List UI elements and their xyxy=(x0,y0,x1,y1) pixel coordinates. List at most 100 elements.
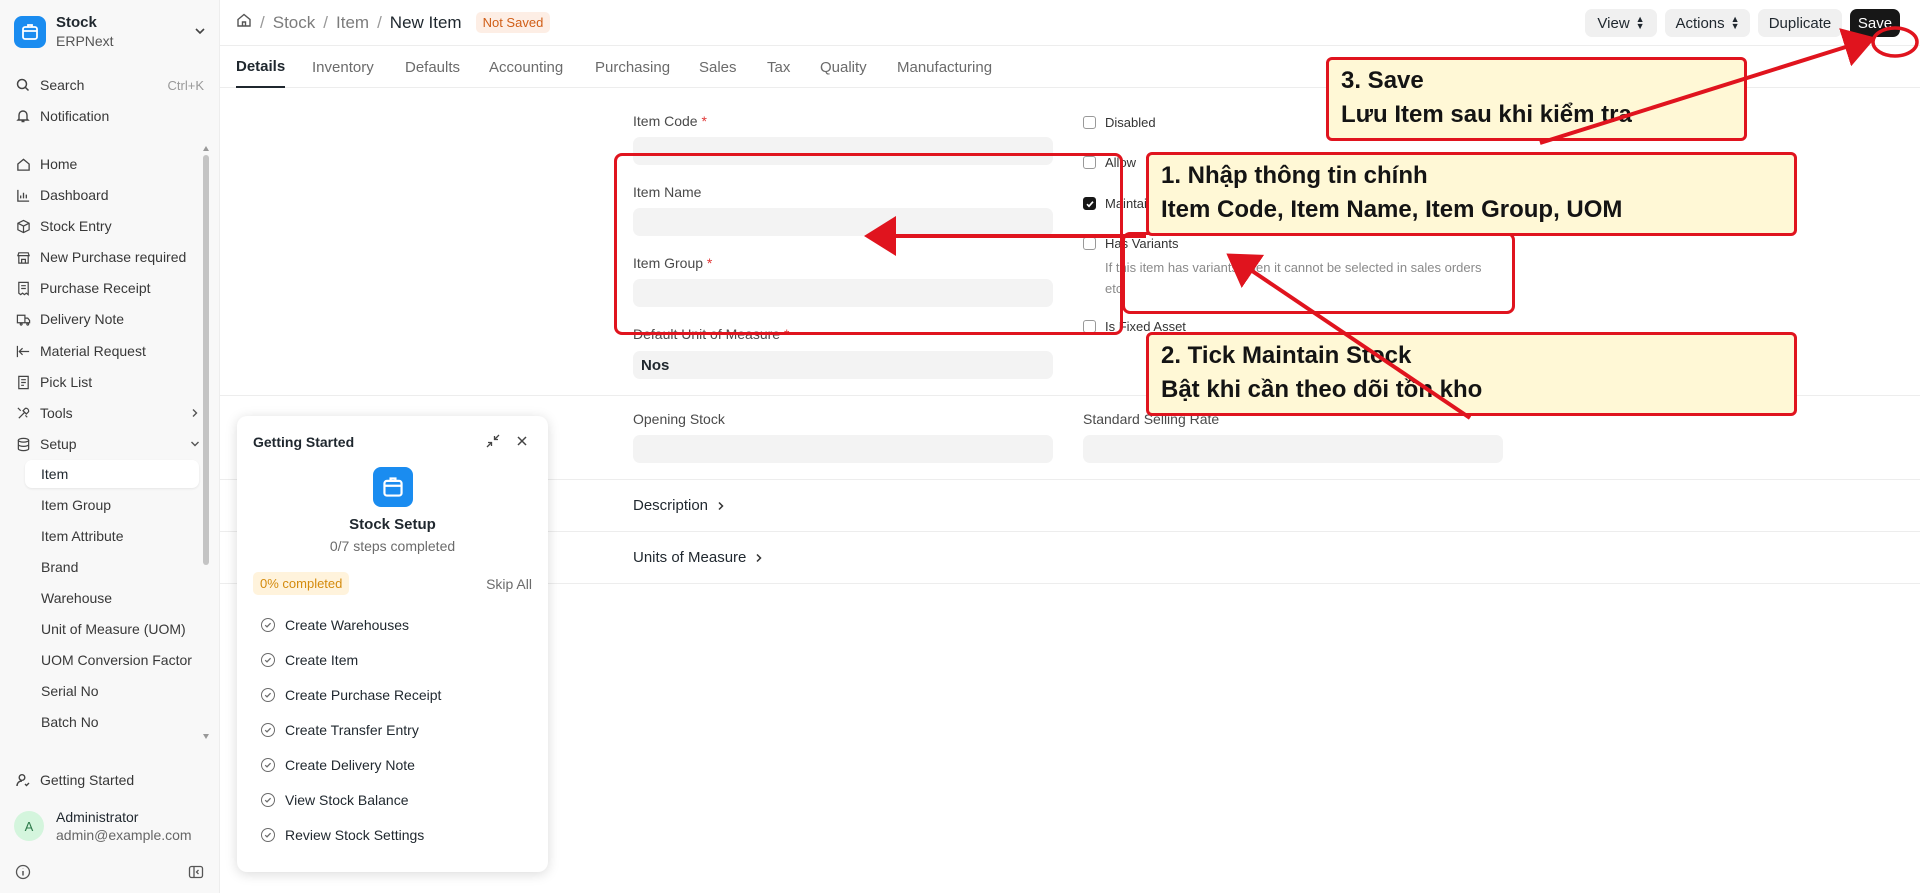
sidebar-item-item-attribute[interactable]: Item Attribute xyxy=(25,522,199,550)
list-icon xyxy=(14,373,32,391)
sidebar-item-uom-conversion-factor[interactable]: UOM Conversion Factor xyxy=(25,646,199,674)
chart-icon xyxy=(14,186,32,204)
sidebar-item-material-request[interactable]: Material Request xyxy=(14,337,204,365)
description-section-toggle[interactable]: Description xyxy=(633,497,726,514)
sidebar-item-unit-of-measure-uom[interactable]: Unit of Measure (UOM) xyxy=(25,615,199,643)
duplicate-button[interactable]: Duplicate xyxy=(1758,9,1842,37)
chevron-right-icon xyxy=(718,501,724,510)
getting-started-step[interactable]: Create Warehouses xyxy=(261,617,409,633)
tab-details[interactable]: Details xyxy=(236,46,286,88)
check-circle-icon xyxy=(261,723,275,737)
chevron-right-icon xyxy=(190,405,200,421)
tab-manufacturing[interactable]: Manufacturing xyxy=(897,46,992,88)
sidebar-item-label: New Purchase required xyxy=(40,249,187,265)
sidebar-item-label: Home xyxy=(40,156,78,172)
sidebar-item-item[interactable]: Item xyxy=(25,460,199,488)
tab-purchasing[interactable]: Purchasing xyxy=(595,46,670,88)
getting-started-module: Stock Setup xyxy=(349,516,436,533)
sidebar-item-label: Tools xyxy=(40,405,73,421)
app-title: Stock xyxy=(56,14,97,31)
getting-started-step[interactable]: Review Stock Settings xyxy=(261,827,424,843)
uom-section-toggle[interactable]: Units of Measure xyxy=(633,549,764,566)
view-button[interactable]: View ▲ ▼ xyxy=(1585,9,1657,37)
tab-tax[interactable]: Tax xyxy=(767,46,790,88)
view-label: View xyxy=(1597,14,1630,32)
sidebar-item-stock-entry[interactable]: Stock Entry xyxy=(14,212,204,240)
sidebar-item-purchase-receipt[interactable]: Purchase Receipt xyxy=(14,274,204,302)
save-button[interactable]: Save xyxy=(1850,9,1900,37)
sidebar-item-setup[interactable]: Setup xyxy=(14,430,204,458)
sidebar-item-pick-list[interactable]: Pick List xyxy=(14,368,204,396)
stock-app-logo-icon xyxy=(14,16,46,48)
note3-body: Lưu Item sau khi kiểm tra xyxy=(1341,101,1632,128)
tab-sales[interactable]: Sales xyxy=(699,46,737,88)
item-code-label-text: Item Code xyxy=(633,113,698,129)
getting-started-label: Getting Started xyxy=(40,772,135,788)
uom-input[interactable]: Nos xyxy=(633,351,1053,379)
close-icon[interactable] xyxy=(516,434,528,453)
tab-quality[interactable]: Quality xyxy=(820,46,867,88)
info-icon[interactable] xyxy=(15,864,31,885)
sidebar-item-dashboard[interactable]: Dashboard xyxy=(14,181,204,209)
tab-defaults[interactable]: Defaults xyxy=(405,46,460,88)
note2-title: 2. Tick Maintain Stock xyxy=(1161,342,1412,369)
tab-accounting[interactable]: Accounting xyxy=(489,46,563,88)
actions-button[interactable]: Actions ▲ ▼ xyxy=(1665,9,1750,37)
item-code-label: Item Code * xyxy=(633,113,707,129)
sidebar-item-warehouse[interactable]: Warehouse xyxy=(25,584,199,612)
breadcrumb-stock[interactable]: Stock xyxy=(273,13,316,33)
sidebar-scroll-thumb[interactable] xyxy=(203,155,209,565)
actions-label: Actions xyxy=(1675,14,1725,32)
chevron-down-icon xyxy=(194,24,206,42)
disabled-checkbox-row[interactable]: Disabled xyxy=(1083,115,1156,130)
sidebar-scrollbar[interactable] xyxy=(202,145,210,740)
sidebar-item-delivery-note[interactable]: Delivery Note xyxy=(14,305,204,333)
progress-badge: 0% completed xyxy=(253,572,350,595)
sidebar-item-brand[interactable]: Brand xyxy=(25,553,199,581)
step-label: Create Transfer Entry xyxy=(285,722,419,738)
skip-all-button[interactable]: Skip All xyxy=(486,576,532,592)
collapse-sidebar-icon[interactable] xyxy=(188,864,204,885)
getting-started-step[interactable]: View Stock Balance xyxy=(261,792,408,808)
app-switcher[interactable]: Stock ERPNext xyxy=(14,14,206,50)
sidebar-item-item-group[interactable]: Item Group xyxy=(25,491,199,519)
check-circle-icon xyxy=(261,618,275,632)
tools-icon xyxy=(14,404,32,422)
status-badge: Not Saved xyxy=(475,12,551,33)
step-label: Review Stock Settings xyxy=(285,827,425,843)
sidebar-item-home[interactable]: Home xyxy=(14,150,204,178)
sidebar-item-tools[interactable]: Tools xyxy=(14,399,204,427)
sidebar-item-label: Stock Entry xyxy=(40,218,112,234)
home-icon[interactable] xyxy=(236,12,252,33)
user-profile[interactable]: A Administrator admin@example.com xyxy=(14,808,192,844)
note2-body: Bật khi cần theo dõi tồn kho xyxy=(1161,376,1483,403)
getting-started-step[interactable]: Create Delivery Note xyxy=(261,757,415,773)
sidebar: Stock ERPNext Search Ctrl+K Notification… xyxy=(0,0,220,893)
sidebar-item-new-purchase-required[interactable]: New Purchase required xyxy=(14,243,204,271)
breadcrumb-item[interactable]: Item xyxy=(336,13,369,33)
tab-inventory[interactable]: Inventory xyxy=(312,46,374,88)
disabled-checkbox[interactable] xyxy=(1083,116,1096,129)
sidebar-item-serial-no[interactable]: Serial No xyxy=(25,677,199,705)
search-button[interactable]: Search Ctrl+K xyxy=(14,71,204,99)
chevron-down-icon xyxy=(190,436,200,452)
search-shortcut: Ctrl+K xyxy=(167,77,204,93)
sidebar-item-label: Material Request xyxy=(40,343,146,359)
minimize-icon[interactable] xyxy=(486,434,500,453)
step-label: Create Warehouses xyxy=(285,617,409,633)
notification-button[interactable]: Notification xyxy=(14,102,204,130)
sidebar-item-label: Purchase Receipt xyxy=(40,280,151,296)
note1-body: Item Code, Item Name, Item Group, UOM xyxy=(1161,196,1623,223)
selling-rate-input[interactable] xyxy=(1083,435,1503,463)
getting-started-step[interactable]: Create Transfer Entry xyxy=(261,722,419,738)
getting-started-step[interactable]: Create Item xyxy=(261,652,358,668)
check-circle-icon xyxy=(261,793,275,807)
chevron-right-icon xyxy=(756,553,762,562)
annotation-note-maintain-stock: 2. Tick Maintain Stock Bật khi cần theo … xyxy=(1146,332,1797,416)
opening-stock-input[interactable] xyxy=(633,435,1053,463)
getting-started-step[interactable]: Create Purchase Receipt xyxy=(261,687,441,703)
getting-started-link[interactable]: Getting Started xyxy=(14,766,204,794)
user-name: Administrator xyxy=(56,809,139,825)
avatar: A xyxy=(14,811,44,841)
sidebar-item-batch-no[interactable]: Batch No xyxy=(25,708,199,736)
